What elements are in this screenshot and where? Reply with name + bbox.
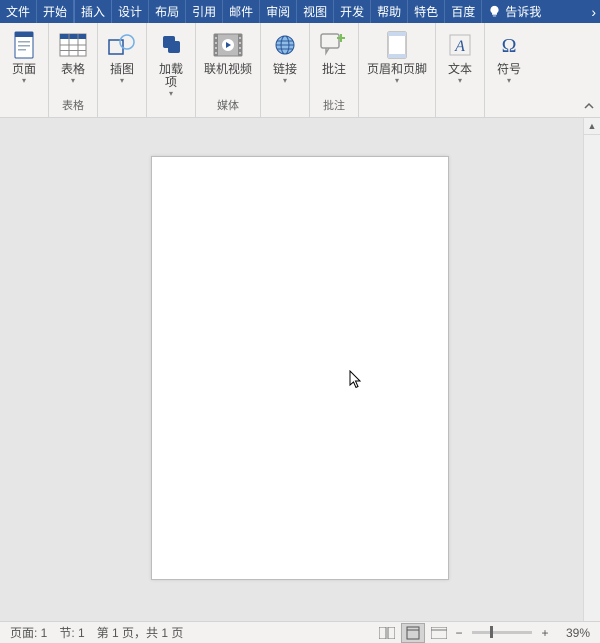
group-headerfooter: 页眉和页脚 ▾ xyxy=(359,23,436,117)
illustrations-button[interactable]: 插图 ▾ xyxy=(100,26,144,98)
status-bar: 页面: 1 节: 1 第 1 页，共 1 页 − + 39% xyxy=(0,621,600,643)
symbols-label: 符号 xyxy=(497,63,521,76)
online-video-button[interactable]: 联机视频 xyxy=(198,26,258,98)
addins-label: 加载 项 xyxy=(159,63,183,89)
tab-baidu[interactable]: 百度 xyxy=(445,0,482,23)
headerfooter-label: 页眉和页脚 xyxy=(367,63,427,76)
text-button[interactable]: A 文本 ▾ xyxy=(438,26,482,98)
tab-home[interactable]: 开始 xyxy=(37,0,74,23)
group-media: 联机视频 媒体 xyxy=(196,23,261,117)
web-layout-icon xyxy=(431,627,447,639)
ribbon-tab-strip: 文件 开始 插入 设计 布局 引用 邮件 审阅 视图 开发 帮助 特色 百度 告… xyxy=(0,0,600,23)
dropdown-indicator: ▾ xyxy=(120,78,124,84)
group-comments-label: 批注 xyxy=(323,99,345,115)
link-icon xyxy=(269,29,301,61)
group-comments: 批注 批注 xyxy=(310,23,359,117)
svg-text:A: A xyxy=(454,38,465,55)
online-video-label: 联机视频 xyxy=(204,63,252,76)
group-symbols: Ω 符号 ▾ xyxy=(485,23,533,117)
dropdown-indicator: ▾ xyxy=(22,78,26,84)
tab-insert[interactable]: 插入 xyxy=(74,0,112,23)
tell-me-search[interactable]: 告诉我 xyxy=(482,0,547,23)
zoom-slider-thumb[interactable] xyxy=(490,626,493,638)
dropdown-indicator: ▾ xyxy=(169,91,173,97)
group-tables: 表格 ▾ 表格 xyxy=(49,23,98,117)
pages-label: 页面 xyxy=(12,63,36,76)
group-addins: 加载 项 ▾ xyxy=(147,23,196,117)
dropdown-indicator: ▾ xyxy=(395,78,399,84)
zoom-level[interactable]: 39% xyxy=(552,626,596,640)
table-icon xyxy=(57,29,89,61)
view-print-layout[interactable] xyxy=(401,623,425,643)
ribbon-collapse-button[interactable] xyxy=(580,97,598,115)
status-page[interactable]: 页面: 1 xyxy=(4,624,53,641)
svg-text:Ω: Ω xyxy=(502,35,517,57)
dropdown-indicator: ▾ xyxy=(458,78,462,84)
chevron-up-icon xyxy=(583,100,595,112)
vertical-scrollbar[interactable]: ▲ xyxy=(583,118,600,621)
symbols-button[interactable]: Ω 符号 ▾ xyxy=(487,26,531,98)
tab-layout[interactable]: 布局 xyxy=(149,0,186,23)
text-label: 文本 xyxy=(448,63,472,76)
illustrations-label: 插图 xyxy=(110,63,134,76)
tab-view[interactable]: 视图 xyxy=(297,0,334,23)
tab-help[interactable]: 帮助 xyxy=(371,0,408,23)
view-web-layout[interactable] xyxy=(427,623,451,643)
comment-button[interactable]: 批注 xyxy=(312,26,356,98)
tell-me-label: 告诉我 xyxy=(505,3,541,20)
table-label: 表格 xyxy=(61,63,85,76)
table-button[interactable]: 表格 ▾ xyxy=(51,26,95,98)
tab-file[interactable]: 文件 xyxy=(0,0,37,23)
dropdown-indicator: ▾ xyxy=(71,78,75,84)
links-button[interactable]: 链接 ▾ xyxy=(263,26,307,98)
shapes-icon xyxy=(106,29,138,61)
print-layout-icon xyxy=(406,626,420,640)
group-tables-label: 表格 xyxy=(62,99,84,115)
group-text: A 文本 ▾ xyxy=(436,23,485,117)
tab-developer[interactable]: 开发 xyxy=(334,0,371,23)
comment-icon xyxy=(318,29,350,61)
dropdown-indicator: ▾ xyxy=(507,78,511,84)
omega-icon: Ω xyxy=(493,29,525,61)
zoom-in-button[interactable]: + xyxy=(538,626,552,640)
tab-review[interactable]: 审阅 xyxy=(260,0,297,23)
status-page-count[interactable]: 第 1 页，共 1 页 xyxy=(91,624,190,641)
links-label: 链接 xyxy=(273,63,297,76)
lightbulb-icon xyxy=(488,5,501,18)
comment-label: 批注 xyxy=(322,63,346,76)
video-icon xyxy=(212,29,244,61)
addins-button[interactable]: 加载 项 ▾ xyxy=(149,26,193,98)
tab-mailings[interactable]: 邮件 xyxy=(223,0,260,23)
zoom-out-button[interactable]: − xyxy=(452,626,466,640)
zoom-slider[interactable] xyxy=(472,631,532,634)
tab-special[interactable]: 特色 xyxy=(408,0,445,23)
dropdown-indicator: ▾ xyxy=(283,78,287,84)
scroll-up-button[interactable]: ▲ xyxy=(584,118,600,135)
group-links: 链接 ▾ xyxy=(261,23,310,117)
page-icon xyxy=(8,29,40,61)
group-media-label: 媒体 xyxy=(217,99,239,115)
headerfooter-icon xyxy=(381,29,413,61)
group-illustrations: 插图 ▾ xyxy=(98,23,147,117)
group-pages: 页面 ▾ xyxy=(0,23,49,117)
pages-button[interactable]: 页面 ▾ xyxy=(2,26,46,98)
document-area[interactable]: ▲ xyxy=(0,118,600,621)
view-read-mode[interactable] xyxy=(375,623,399,643)
ribbon-insert: 页面 ▾ 表格 ▾ 表格 插图 ▾ xyxy=(0,23,600,118)
headerfooter-button[interactable]: 页眉和页脚 ▾ xyxy=(361,26,433,98)
addins-icon xyxy=(155,29,187,61)
read-mode-icon xyxy=(379,627,395,639)
tab-references[interactable]: 引用 xyxy=(186,0,223,23)
tab-design[interactable]: 设计 xyxy=(112,0,149,23)
status-section[interactable]: 节: 1 xyxy=(53,624,90,641)
tabstrip-overflow[interactable]: › xyxy=(587,0,600,23)
text-icon: A xyxy=(444,29,476,61)
document-page[interactable] xyxy=(151,156,449,580)
